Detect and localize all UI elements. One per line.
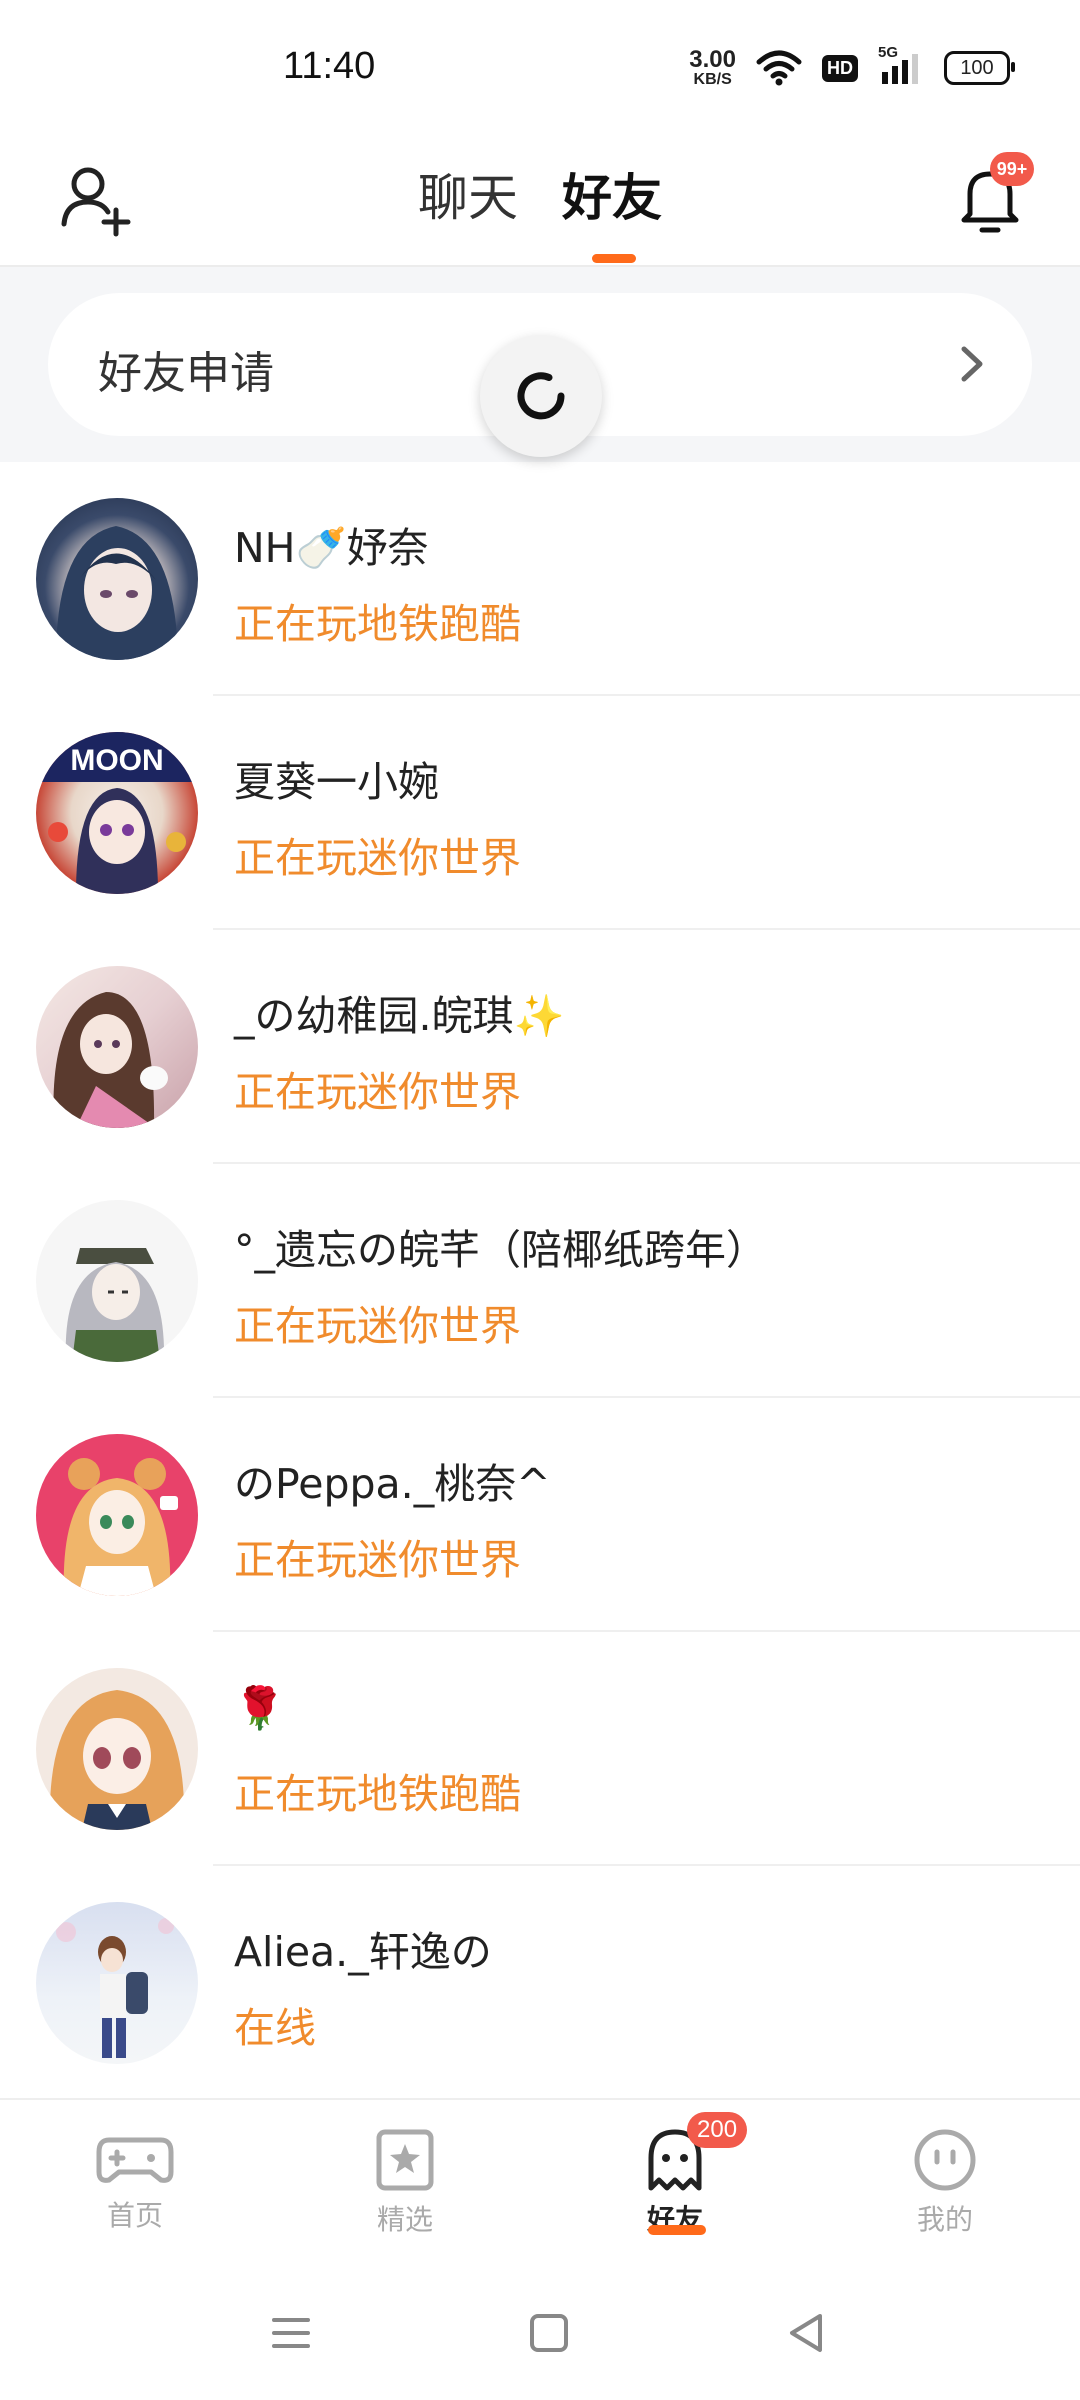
status-icons: 3.00 KB/S HD 5G 100 [689,44,1015,88]
nav-home[interactable]: 首页 [55,2128,215,2258]
friend-item[interactable]: MOON 夏葵一小婉 正在玩迷你世界 [0,696,1080,930]
friend-status: 在线 [234,2004,316,2052]
wifi-icon [756,50,802,86]
friend-request-label: 好友申请 [98,348,274,399]
network-speed-unit: KB/S [693,71,732,88]
face-icon [914,2129,976,2191]
friend-name: NH🍼妤奈 [234,524,429,572]
friend-status: 正在玩迷你世界 [234,834,521,882]
friends-count-badge: 200 [687,2112,748,2148]
avatar[interactable] [36,966,198,1128]
friend-item[interactable]: _の幼稚园.皖琪✨ 正在玩迷你世界 [0,930,1080,1164]
friend-name: _の幼稚园.皖琪✨ [234,992,565,1040]
active-tab-indicator [592,254,636,263]
add-friend-button[interactable] [58,160,138,240]
avatar[interactable]: MOON [36,732,198,894]
top-nav: 聊天 好友 99+ [0,130,1080,267]
back-triangle-icon[interactable] [782,2308,832,2358]
add-user-icon [61,167,131,237]
friend-name: 🌹 [234,1684,286,1732]
status-time: 11:40 [283,45,376,87]
avatar[interactable] [36,1902,198,2064]
status-bar: 11:40 3.00 KB/S HD 5G 100 [0,0,1080,130]
network-speed: 3.00 KB/S [689,48,736,88]
friend-status: 正在玩迷你世界 [234,1302,521,1350]
friend-status: 正在玩地铁跑酷 [234,1770,521,1818]
friend-status: 正在玩迷你世界 [234,1536,521,1584]
friend-name: °_遗忘の皖芊（陪椰纸跨年） [234,1226,767,1274]
gamepad-icon [96,2137,174,2183]
loading-icon [517,372,565,420]
friend-status: 正在玩迷你世界 [234,1068,521,1116]
battery-level: 100 [960,56,994,79]
home-square-icon[interactable] [524,2308,574,2358]
notification-badge: 99+ [990,152,1034,186]
friend-status: 正在玩地铁跑酷 [234,600,521,648]
friend-item[interactable]: 🌹 正在玩地铁跑酷 [0,1632,1080,1866]
friend-list: NH🍼妤奈 正在玩地铁跑酷 MOON 夏葵一小婉 正在玩迷你世界 _の幼稚园.皖… [0,462,1080,2100]
tab-chat[interactable]: 聊天 [418,158,518,230]
active-nav-indicator [648,2225,706,2235]
avatar[interactable] [36,498,198,660]
friend-name: Aliea._轩逸の [234,1928,492,1976]
nav-profile-label: 我的 [916,2203,973,2236]
avatar[interactable] [36,1668,198,1830]
avatar[interactable] [36,1434,198,1596]
friend-item[interactable]: NH🍼妤奈 正在玩地铁跑酷 [0,462,1080,696]
nav-featured-label: 精选 [376,2203,433,2236]
friend-name: のPeppa._桃奈^ [234,1460,551,1508]
menu-icon[interactable] [266,2308,316,2358]
battery-icon: 100 [944,51,1015,85]
svg-text:MOON: MOON [70,744,163,777]
friend-item[interactable]: °_遗忘の皖芊（陪椰纸跨年） 正在玩迷你世界 [0,1164,1080,1398]
nav-featured[interactable]: 精选 [325,2128,485,2258]
tab-friends[interactable]: 好友 [562,158,662,230]
cellular-signal-icon: 5G [878,44,924,86]
friend-item[interactable]: Aliea._轩逸の 在线 [0,1866,1080,2100]
friend-name: 夏葵一小婉 [234,758,439,806]
network-speed-value: 3.00 [689,46,736,73]
bottom-nav: 首页 精选 好友 200 我的 [0,2098,1080,2270]
friend-item[interactable]: のPeppa._桃奈^ 正在玩迷你世界 [0,1398,1080,1632]
nav-profile[interactable]: 我的 [865,2128,1025,2258]
avatar[interactable] [36,1200,198,1362]
nav-home-label: 首页 [106,2199,163,2232]
loading-spinner [480,335,602,457]
star-bookmark-icon [376,2129,434,2191]
chevron-right-icon [961,346,983,382]
system-nav-bar [0,2268,1080,2400]
hd-icon: HD [822,54,858,82]
